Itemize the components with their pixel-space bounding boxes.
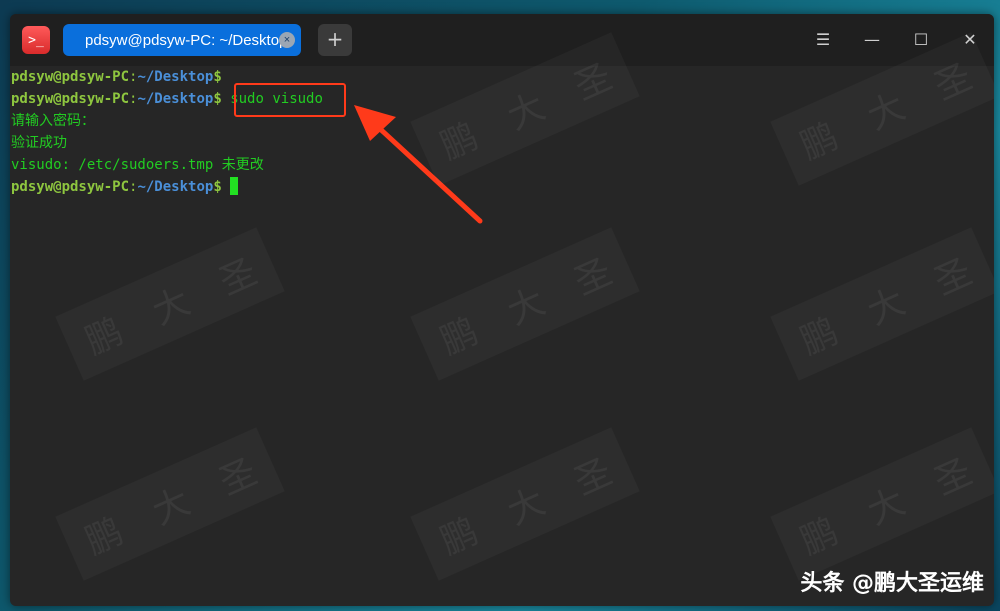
prompt-user: pdsyw@pdsyw-PC bbox=[11, 69, 130, 85]
brand-label: 头条 @鹏大圣运维 bbox=[800, 571, 984, 596]
tab-close-icon[interactable]: × bbox=[279, 32, 295, 48]
terminal-app-icon[interactable]: >_ bbox=[22, 26, 50, 54]
tab-label: pdsyw@pdsyw-PC: ~/Desktop bbox=[85, 31, 288, 49]
prompt-path: ~/Desktop bbox=[137, 179, 214, 195]
terminal-window: >_ pdsyw@pdsyw-PC: ~/Desktop × + ☰ — ☐ ✕… bbox=[10, 14, 994, 606]
terminal-line: pdsyw@pdsyw-PC:~/Desktop$ bbox=[11, 176, 994, 198]
prompt-dollar: $ bbox=[213, 91, 222, 107]
command-highlight-box bbox=[234, 83, 346, 117]
prompt-dollar: $ bbox=[213, 179, 222, 195]
title-bar: >_ pdsyw@pdsyw-PC: ~/Desktop × + ☰ — ☐ ✕ bbox=[10, 14, 994, 66]
minimize-icon[interactable]: — bbox=[861, 30, 883, 50]
prompt-user: pdsyw@pdsyw-PC bbox=[11, 179, 130, 195]
prompt-path: ~/Desktop bbox=[137, 69, 214, 85]
tab-terminal[interactable]: pdsyw@pdsyw-PC: ~/Desktop × bbox=[63, 24, 301, 56]
new-tab-button[interactable]: + bbox=[318, 24, 352, 56]
prompt-dollar: $ bbox=[213, 69, 222, 85]
prompt-path: ~/Desktop bbox=[137, 91, 214, 107]
prompt-user: pdsyw@pdsyw-PC bbox=[11, 91, 130, 107]
maximize-icon[interactable]: ☐ bbox=[910, 30, 932, 50]
menu-icon[interactable]: ☰ bbox=[812, 30, 834, 50]
text-cursor bbox=[230, 177, 239, 195]
